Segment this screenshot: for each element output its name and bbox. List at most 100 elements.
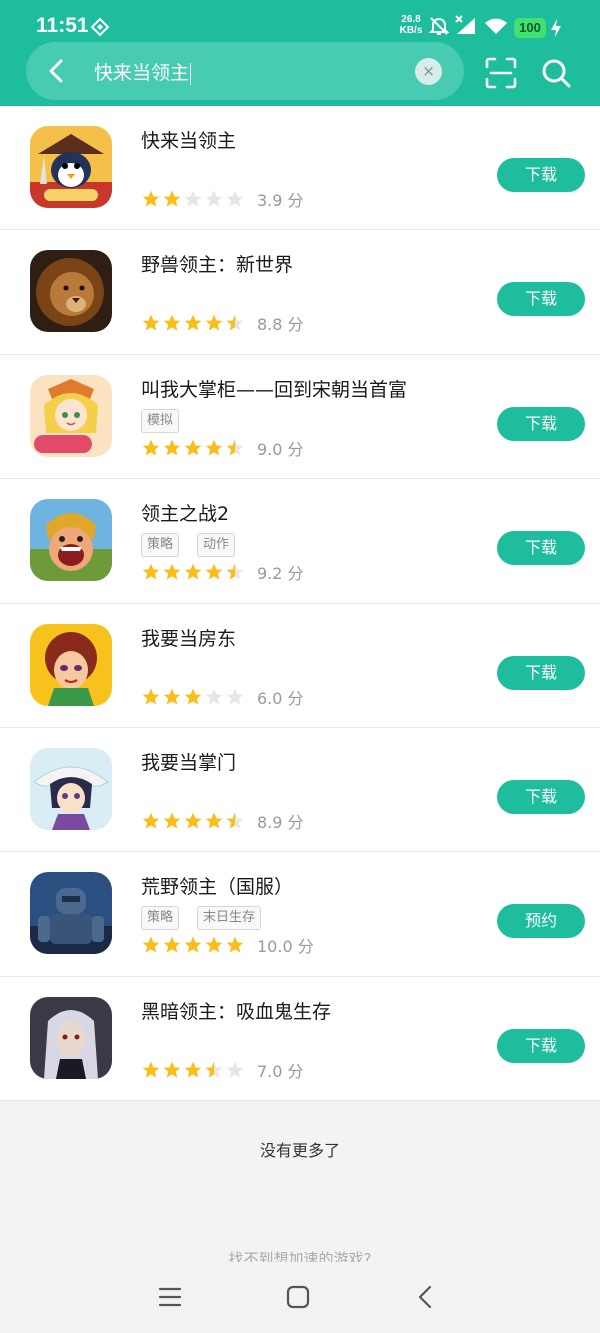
swordsman-game-icon[interactable]	[30, 747, 112, 830]
list-item[interactable]: 领主之战2 策略 动作 9.2 分 下载	[0, 479, 600, 604]
download-button[interactable]: 下载	[497, 1028, 585, 1063]
download-button[interactable]: 下载	[497, 282, 585, 317]
star-full-icon	[163, 937, 181, 953]
robot-game-icon[interactable]	[30, 872, 112, 955]
game-name[interactable]: 黑暗领主：吸血鬼生存	[141, 997, 331, 1024]
download-button[interactable]: 下载	[497, 158, 585, 192]
star-half-icon	[226, 812, 244, 829]
tag-list: 策略 末日生存	[141, 906, 262, 931]
star-rating: 8.9 分	[141, 810, 304, 832]
list-item[interactable]: 快来当领主 3.9 分 下载	[0, 106, 600, 231]
genre-tag: 动作	[197, 533, 236, 558]
star-full-icon	[142, 1061, 160, 1078]
search-icon[interactable]	[539, 56, 573, 90]
star-full-icon	[205, 439, 223, 456]
text-caret	[190, 62, 192, 85]
lion-game-icon[interactable]	[30, 250, 112, 333]
warrior-game-icon[interactable]	[30, 499, 112, 582]
star-full-icon	[184, 937, 202, 953]
search-query: 快来当领主	[94, 62, 190, 84]
game-name[interactable]: 我要当掌门	[141, 748, 236, 775]
list-item[interactable]: 我要当掌门 8.9 分 下载	[0, 728, 600, 853]
app-header: 11:51 26.8 KB/s 100 快来当领主 ×	[0, 0, 600, 106]
star-full-icon	[142, 563, 160, 580]
wifi-icon	[485, 18, 507, 34]
star-rating: 3.9 分	[141, 188, 304, 210]
list-item[interactable]: 野兽领主：新世界 8.8 分 下载	[0, 230, 600, 355]
star-full-icon	[163, 563, 181, 580]
score-text: 6.0 分	[257, 688, 304, 708]
genre-tag: 末日生存	[197, 906, 262, 931]
download-button[interactable]: 下载	[497, 779, 585, 814]
star-full-icon	[163, 812, 181, 829]
search-input[interactable]: 快来当领主	[94, 58, 192, 85]
search-bar[interactable]: 快来当领主 ×	[26, 42, 464, 100]
score-text: 8.9 分	[257, 812, 304, 832]
star-empty-icon	[205, 190, 223, 207]
status-bar: 11:51 26.8 KB/s 100	[0, 0, 600, 46]
home-icon[interactable]	[285, 1284, 311, 1310]
score-text: 3.9 分	[257, 191, 304, 210]
star-full-icon	[142, 439, 160, 456]
score-text: 7.0 分	[257, 1061, 304, 1081]
back-arrow-icon[interactable]	[40, 54, 74, 88]
clear-search-button[interactable]: ×	[415, 58, 442, 85]
charging-icon	[551, 19, 561, 37]
reserve-button[interactable]: 预约	[497, 904, 585, 939]
star-empty-icon	[184, 190, 202, 207]
menu-icon[interactable]	[157, 1284, 183, 1310]
penguin-game-icon[interactable]	[30, 126, 112, 208]
star-empty-icon	[226, 688, 244, 705]
vampire-game-icon[interactable]	[30, 996, 112, 1079]
star-full-icon	[163, 1061, 181, 1078]
star-rating: 9.2 分	[141, 561, 304, 583]
download-button[interactable]: 下载	[497, 406, 585, 441]
star-empty-icon	[226, 190, 244, 207]
woman-game-icon[interactable]	[30, 623, 112, 706]
star-full-icon	[163, 688, 181, 705]
star-full-icon	[163, 439, 181, 456]
list-item[interactable]: 荒野领主（国服） 策略 末日生存 10.0 分 预约	[0, 852, 600, 977]
game-name[interactable]: 叫我大掌柜——回到宋朝当首富	[141, 375, 407, 402]
star-full-icon	[142, 812, 160, 829]
diamond-notification-icon	[90, 17, 110, 37]
system-nav-bar	[0, 1262, 600, 1333]
game-name[interactable]: 我要当房东	[141, 624, 236, 651]
star-rating: 9.0 分	[141, 437, 304, 459]
list-item[interactable]: 叫我大掌柜——回到宋朝当首富 模拟 9.0 分 下载	[0, 355, 600, 480]
battery-indicator: 100	[514, 18, 546, 38]
star-full-icon	[163, 190, 181, 207]
net-speed: 26.8 KB/s	[399, 14, 423, 36]
anime-girl-game-icon[interactable]	[30, 374, 112, 457]
search-results-list: 快来当领主 3.9 分 下载 野兽领主：新世界 8.8 分 下载 叫我大掌柜——…	[0, 106, 600, 1102]
star-rating: 8.8 分	[141, 312, 304, 334]
back-icon[interactable]	[413, 1284, 439, 1310]
download-button[interactable]: 下载	[497, 655, 585, 690]
game-name[interactable]: 领主之战2	[141, 499, 229, 526]
star-half-icon	[226, 439, 244, 456]
star-rating: 7.0 分	[141, 1059, 304, 1081]
score-text: 9.0 分	[257, 439, 304, 459]
star-full-icon	[184, 1061, 202, 1078]
game-name[interactable]: 荒野领主（国服）	[141, 872, 293, 899]
star-full-icon	[142, 688, 160, 705]
scan-icon[interactable]	[484, 56, 518, 90]
genre-tag: 策略	[141, 533, 180, 558]
list-item[interactable]: 黑暗领主：吸血鬼生存 7.0 分 下载	[0, 977, 600, 1102]
list-item[interactable]: 我要当房东 6.0 分 下载	[0, 604, 600, 728]
download-button[interactable]: 下载	[497, 531, 585, 566]
star-full-icon	[226, 937, 244, 953]
star-empty-icon	[226, 1061, 244, 1078]
end-of-list-text: 没有更多了	[259, 1141, 340, 1160]
star-full-icon	[184, 812, 202, 829]
star-full-icon	[184, 315, 202, 331]
star-full-icon	[184, 688, 202, 705]
star-full-icon	[205, 812, 223, 829]
star-full-icon	[184, 439, 202, 456]
game-name[interactable]: 快来当领主	[141, 126, 236, 153]
star-full-icon	[163, 315, 181, 331]
score-text: 8.8 分	[257, 315, 304, 335]
star-full-icon	[142, 937, 160, 953]
game-name[interactable]: 野兽领主：新世界	[141, 250, 293, 277]
genre-tag: 策略	[141, 906, 180, 931]
